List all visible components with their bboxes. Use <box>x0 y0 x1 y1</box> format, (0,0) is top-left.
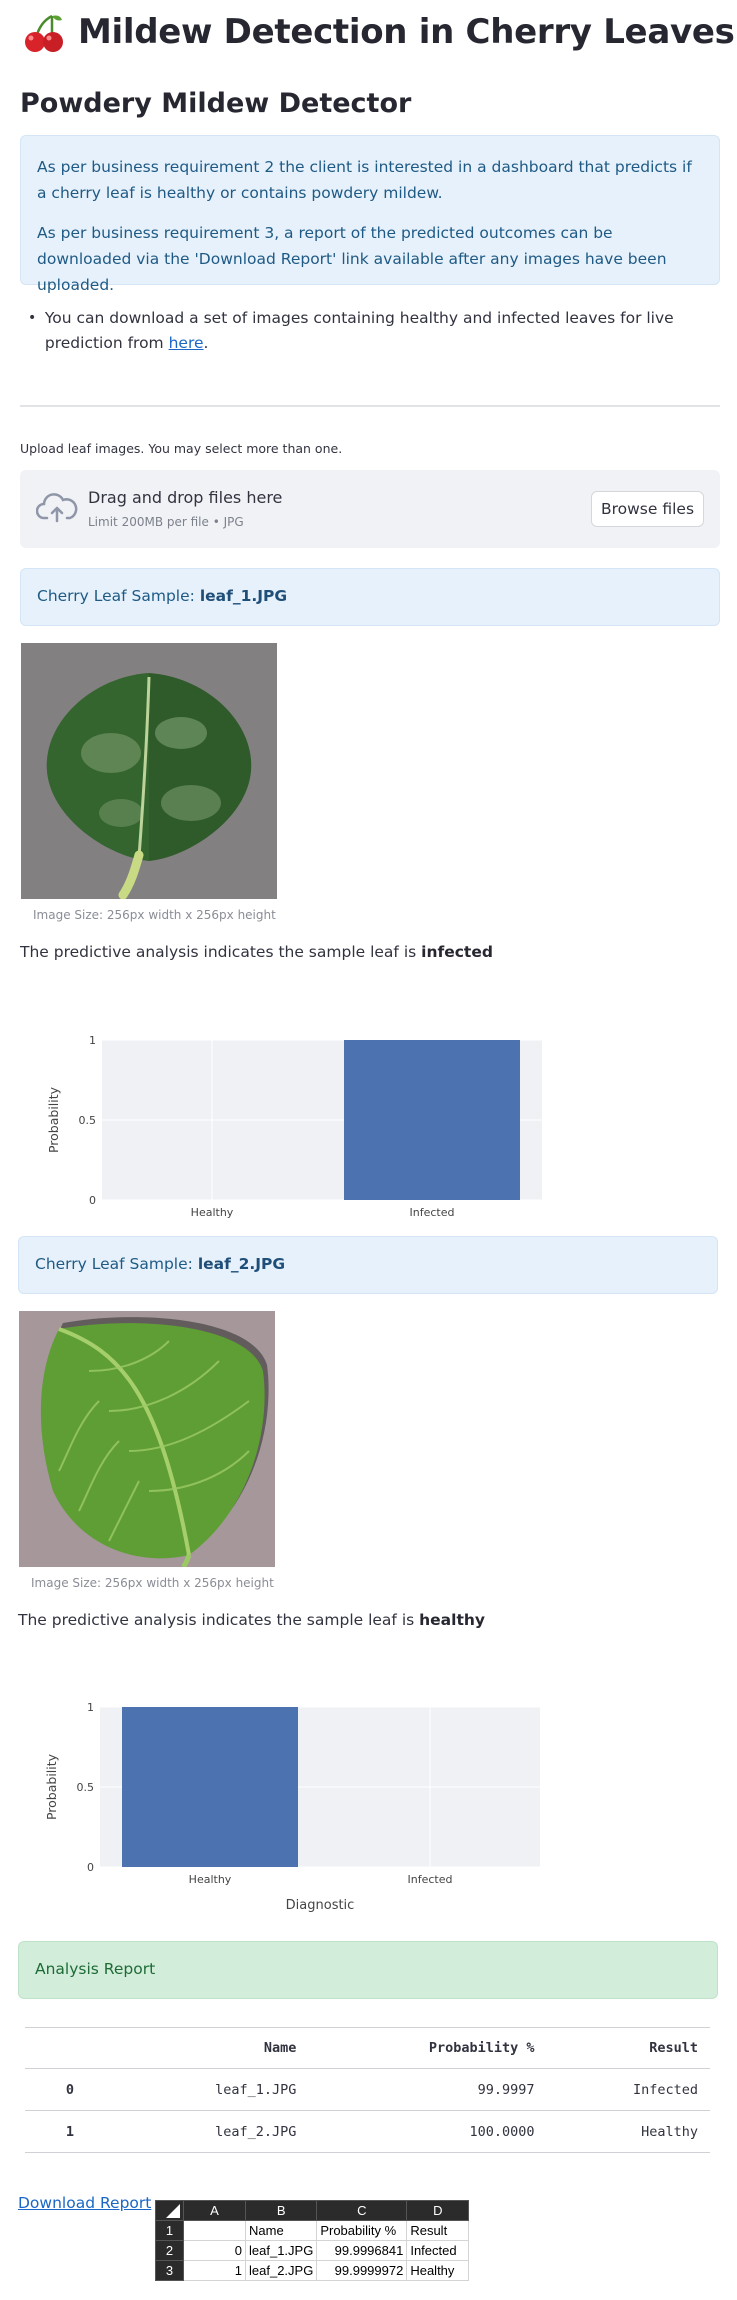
table-row: 0 leaf_1.JPG 99.9997 Infected <box>25 2068 710 2111</box>
select-all-icon <box>166 2204 180 2218</box>
app-title: Mildew Detection in Cherry Leaves <box>78 12 735 52</box>
sheet-cell: Probability % <box>316 2220 408 2241</box>
probability-chart-1: 0 0.5 1 Healthy Infected Probability <box>46 1034 542 1219</box>
sheet-header-row: A B C D <box>155 2200 470 2221</box>
x-tick-label: Healthy <box>191 1206 234 1219</box>
leaf-1-image <box>21 643 277 899</box>
row-probability: 99.9997 <box>308 2068 547 2111</box>
verdict-1-prefix: The predictive analysis indicates the sa… <box>20 943 422 961</box>
verdict-2: The predictive analysis indicates the sa… <box>18 1611 485 1629</box>
sample-2-prefix: Cherry Leaf Sample: <box>35 1255 198 1273</box>
y-tick-label: 0.5 <box>79 1114 97 1127</box>
x-axis-label: Diagnostic <box>286 1898 355 1913</box>
intro-paragraph-1: As per business requirement 2 the client… <box>37 158 692 202</box>
row-name: leaf_2.JPG <box>115 2110 309 2153</box>
table-row: 1 leaf_2.JPG 100.0000 Healthy <box>25 2110 710 2153</box>
spreadsheet-preview: A B C D 1 Name Probability % Result 2 0 … <box>155 2200 470 2281</box>
sheet-corner <box>155 2200 184 2221</box>
app-header: Mildew Detection in Cherry Leaves <box>22 10 735 54</box>
sheet-cell: 1 <box>183 2260 246 2281</box>
divider <box>20 405 720 407</box>
y-tick-label: 1 <box>87 1701 94 1714</box>
page-title: Powdery Mildew Detector <box>20 88 412 119</box>
cherry-icon <box>25 14 63 52</box>
report-col-probability: Probability % <box>308 2027 547 2069</box>
sheet-row: 3 1 leaf_2.JPG 99.9999972 Healthy <box>155 2260 470 2281</box>
sheet-col-d: D <box>406 2200 470 2221</box>
x-tick-label: Healthy <box>189 1873 232 1886</box>
y-axis-label: Probability <box>46 1086 61 1153</box>
row-result: Infected <box>546 2068 710 2111</box>
sheet-row: 2 0 leaf_1.JPG 99.9996841 Infected <box>155 2240 470 2261</box>
sheet-cell: Result <box>406 2220 470 2241</box>
sample-2-box: Cherry Leaf Sample: leaf_2.JPG <box>18 1236 718 1294</box>
file-dropzone[interactable]: Drag and drop files here Limit 200MB per… <box>20 470 720 548</box>
cloud-upload-icon <box>36 493 78 523</box>
sample-1-filename: leaf_1.JPG <box>199 587 288 605</box>
bullet-text: You can download a set of images contain… <box>44 309 674 352</box>
sheet-cell: Healthy <box>406 2260 470 2281</box>
sheet-cell: 99.9999972 <box>316 2260 408 2281</box>
sheet-row-header: 1 <box>155 2220 184 2241</box>
download-report-link[interactable]: Download Report <box>18 2194 151 2212</box>
report-col-result: Result <box>546 2027 710 2069</box>
dataset-link[interactable]: here <box>169 334 204 352</box>
y-tick-label: 0.5 <box>77 1781 95 1794</box>
sheet-col-b: B <box>244 2200 318 2221</box>
row-probability: 100.0000 <box>308 2110 547 2153</box>
sheet-row-header: 2 <box>155 2240 184 2261</box>
dropzone-text: Drag and drop files here <box>88 488 283 507</box>
analysis-report-box: Analysis Report <box>18 1941 718 1999</box>
bar-infected <box>344 1040 520 1200</box>
row-index: 1 <box>25 2110 115 2153</box>
verdict-1-value: infected <box>421 943 493 961</box>
browse-files-button[interactable]: Browse files <box>591 491 704 527</box>
sample-1-prefix: Cherry Leaf Sample: <box>37 587 200 605</box>
report-col-index <box>25 2027 115 2069</box>
verdict-2-prefix: The predictive analysis indicates the sa… <box>18 1611 420 1629</box>
x-tick-label: Infected <box>410 1206 455 1219</box>
sheet-row-header: 3 <box>155 2260 184 2281</box>
sheet-cell: leaf_2.JPG <box>244 2260 318 2281</box>
report-col-name: Name <box>115 2027 309 2069</box>
row-index: 0 <box>25 2068 115 2111</box>
leaf-1-caption: Image Size: 256px width x 256px height <box>33 908 276 922</box>
leaf-2-caption: Image Size: 256px width x 256px height <box>31 1576 274 1590</box>
row-result: Healthy <box>546 2110 710 2153</box>
dropzone-limit: Limit 200MB per file • JPG <box>88 515 244 529</box>
probability-chart-2: 0 0.5 1 Healthy Infected Probability Diagnosti… <box>44 1701 540 1913</box>
bullet-text-wrap: You can download a set of images contain… <box>45 306 718 356</box>
report-table: Name Probability % Result 0 leaf_1.JPG 9… <box>25 2027 710 2153</box>
sheet-cell: Name <box>244 2220 318 2241</box>
sheet-row: 1 Name Probability % Result <box>155 2220 470 2241</box>
y-axis-label: Probability <box>44 1753 59 1820</box>
intro-info-box: As per business requirement 2 the client… <box>20 135 720 294</box>
sheet-cell: 0 <box>183 2240 246 2261</box>
intro-paragraph-2: As per business requirement 3, a report … <box>37 224 667 294</box>
y-tick-label: 0 <box>89 1194 96 1207</box>
bullet-end: . <box>203 334 209 352</box>
sample-1-box: Cherry Leaf Sample: leaf_1.JPG <box>20 568 720 626</box>
verdict-1: The predictive analysis indicates the sa… <box>20 943 493 961</box>
x-tick-label: Infected <box>408 1873 453 1886</box>
sheet-cell: leaf_1.JPG <box>244 2240 318 2261</box>
sample-2-filename: leaf_2.JPG <box>197 1255 286 1273</box>
row-name: leaf_1.JPG <box>115 2068 309 2111</box>
y-tick-label: 1 <box>89 1034 96 1047</box>
sheet-cell: Infected <box>406 2240 470 2261</box>
report-header-row: Name Probability % Result <box>25 2027 710 2069</box>
bullet-dot: • <box>28 310 37 326</box>
sheet-cell: 99.9996841 <box>316 2240 408 2261</box>
upload-label: Upload leaf images. You may select more … <box>20 441 343 456</box>
verdict-2-value: healthy <box>419 1611 485 1629</box>
sheet-cell <box>183 2220 246 2241</box>
sheet-col-c: C <box>316 2200 408 2221</box>
y-tick-label: 0 <box>87 1861 94 1874</box>
dataset-bullet: • You can download a set of images conta… <box>28 306 718 356</box>
bar-healthy <box>122 1707 298 1867</box>
leaf-2-image <box>19 1311 275 1567</box>
sheet-col-a: A <box>183 2200 246 2221</box>
